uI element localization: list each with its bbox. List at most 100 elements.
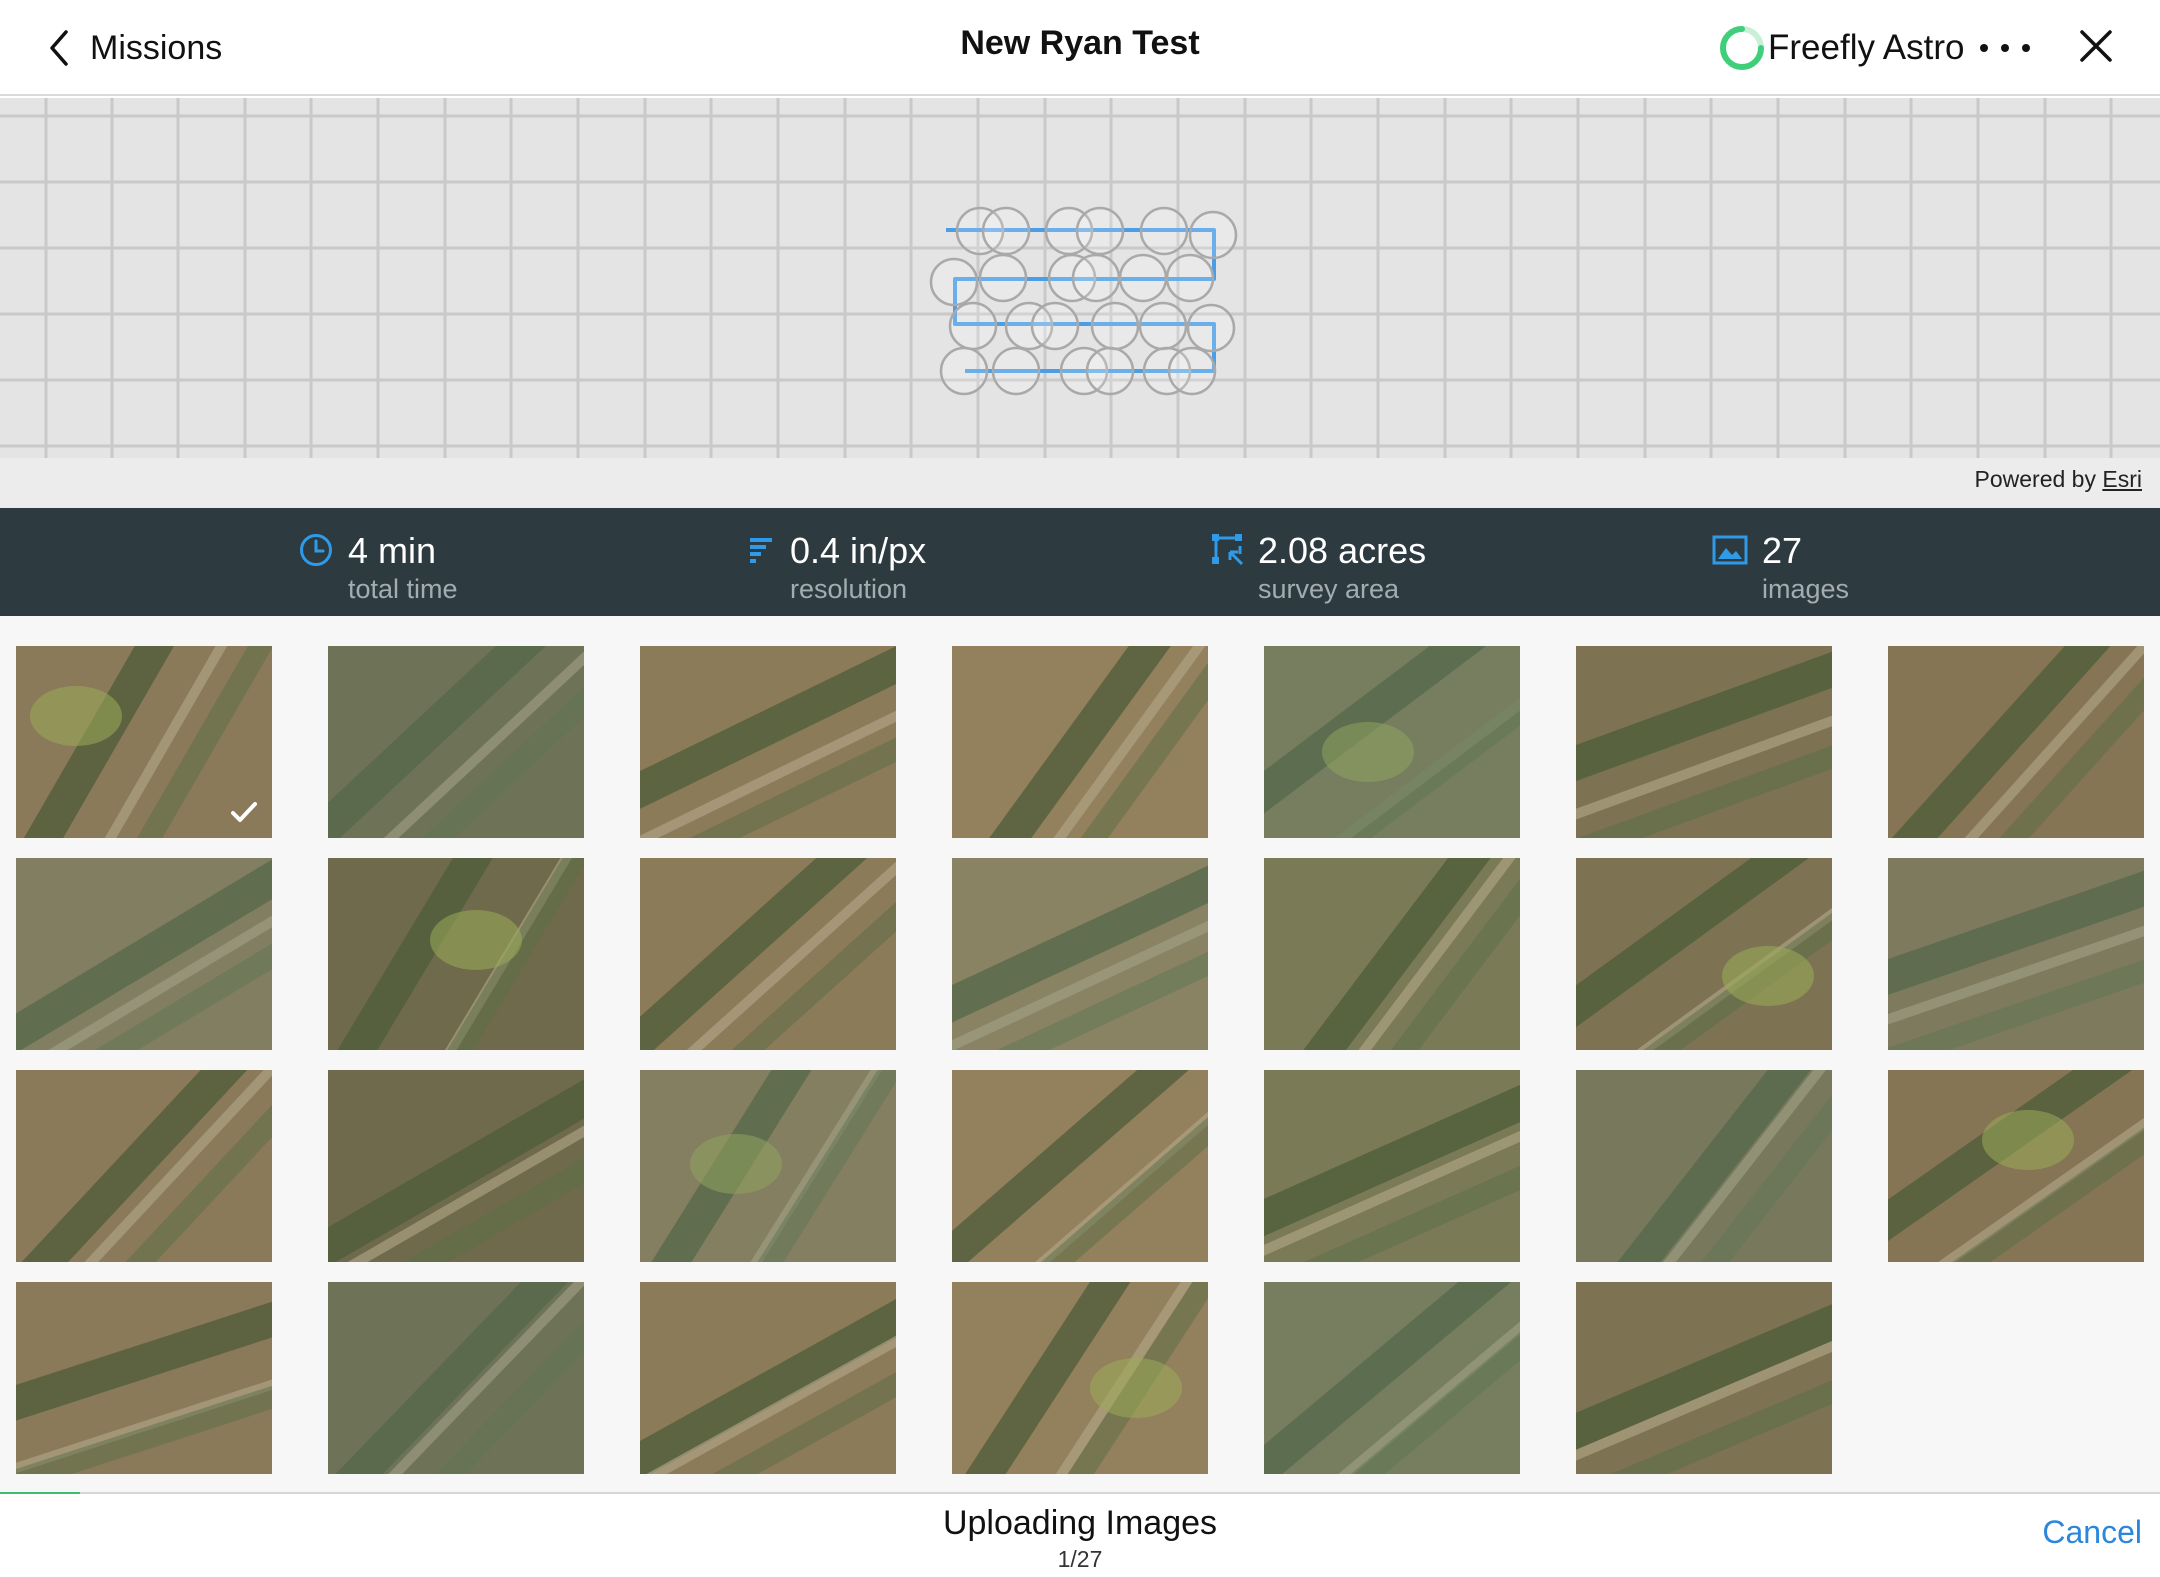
image-thumbnail[interactable] (640, 858, 896, 1050)
image-thumbnail[interactable] (1264, 1282, 1520, 1474)
capture-footprint (991, 346, 1041, 396)
resolution-icon (750, 538, 772, 563)
image-thumbnail[interactable] (640, 1282, 896, 1474)
aerial-photo (328, 858, 584, 1050)
dot-icon (1980, 44, 1988, 52)
image-icon (1712, 535, 1748, 565)
image-thumbnail[interactable] (328, 1282, 584, 1474)
stat-value: 0.4 in/px (790, 530, 927, 571)
image-thumbnail[interactable] (328, 646, 584, 838)
flight-plan-overlay (929, 206, 1238, 396)
image-thumbnail[interactable] (1888, 858, 2144, 1050)
stat-images: 27 images (1712, 522, 1912, 604)
aerial-photo (1264, 1070, 1520, 1262)
image-thumbnail[interactable] (952, 1282, 1208, 1474)
capture-footprint (1188, 210, 1238, 260)
stat-label: images (1762, 574, 1850, 604)
image-thumbnail[interactable] (952, 646, 1208, 838)
aerial-photo (640, 858, 896, 1050)
image-thumbnail[interactable] (640, 646, 896, 838)
device-name: Freefly Astro (1768, 28, 1965, 67)
aerial-photo (1264, 646, 1520, 838)
capture-footprint (1167, 346, 1217, 396)
image-thumbnail[interactable] (16, 1070, 272, 1262)
stat-label: resolution (790, 574, 908, 604)
upload-count: 1/27 (1057, 1546, 1103, 1572)
captured-images-grid (0, 616, 2160, 1494)
capture-footprint (929, 257, 979, 307)
image-thumbnail[interactable] (16, 858, 272, 1050)
capture-footprint (1090, 301, 1140, 351)
aerial-photo (1576, 1282, 1832, 1474)
stat-value: 2.08 acres (1258, 530, 1427, 571)
capture-footprint (981, 206, 1031, 256)
aerial-photo (1264, 1282, 1520, 1474)
capture-footprint (939, 346, 989, 396)
dot-icon (2022, 44, 2030, 52)
aerial-photo (328, 646, 584, 838)
more-options-button[interactable] (1980, 26, 2030, 70)
aerial-photo (952, 858, 1208, 1050)
mission-map[interactable]: Powered by Esri (0, 98, 2160, 508)
upload-title: Uploading Images (942, 1504, 1218, 1542)
capture-footprint (1165, 253, 1215, 303)
aerial-photo (952, 1070, 1208, 1262)
aerial-photo (16, 858, 272, 1050)
image-thumbnail[interactable] (1576, 646, 1832, 838)
close-icon[interactable] (2076, 26, 2116, 66)
aerial-photo (1888, 646, 2144, 838)
connection-status-icon (1720, 26, 1764, 70)
capture-footprint (1118, 253, 1168, 303)
esri-link[interactable]: Esri (2102, 466, 2142, 492)
image-thumbnail[interactable] (952, 1070, 1208, 1262)
image-thumbnail[interactable] (1264, 1070, 1520, 1262)
map-attribution: Powered by Esri (1975, 466, 2142, 493)
image-thumbnail[interactable] (1264, 646, 1520, 838)
capture-footprint (1071, 253, 1121, 303)
capture-footprint (1075, 206, 1125, 256)
aerial-photo (952, 1282, 1208, 1474)
aerial-photo (328, 1070, 584, 1262)
aerial-photo (1576, 646, 1832, 838)
image-thumbnail[interactable] (1576, 1070, 1832, 1262)
aerial-photo (328, 1282, 584, 1474)
stat-value: 27 (1762, 530, 1803, 571)
mission-stats-bar: 4 min total time 0.4 in/px resolution 2.… (0, 508, 2160, 616)
aerial-photo (1888, 1070, 2144, 1262)
aerial-photo (952, 646, 1208, 838)
image-thumbnail[interactable] (952, 858, 1208, 1050)
image-thumbnail[interactable] (1888, 1070, 2144, 1262)
image-thumbnail[interactable] (640, 1070, 896, 1262)
uploaded-checkmark-icon (231, 802, 257, 822)
image-thumbnail[interactable] (1264, 858, 1520, 1050)
stat-resolution: 0.4 in/px resolution (746, 522, 1006, 604)
cancel-upload-button[interactable]: Cancel (2042, 1514, 2142, 1551)
image-thumbnail[interactable] (1888, 646, 2144, 838)
image-thumbnail[interactable] (1576, 858, 1832, 1050)
clock-icon (300, 534, 332, 566)
aerial-photo (16, 1282, 272, 1474)
image-thumbnail[interactable] (16, 646, 272, 838)
stat-label: total time (348, 574, 458, 604)
capture-footprint (948, 301, 998, 351)
capture-footprint (1030, 301, 1080, 351)
aerial-photo (1576, 858, 1832, 1050)
capture-footprint (1186, 303, 1236, 353)
capture-footprint (1138, 301, 1188, 351)
aerial-photo (1576, 1070, 1832, 1262)
image-thumbnail[interactable] (328, 1070, 584, 1262)
stat-survey-area: 2.08 acres survey area (1210, 522, 1470, 604)
aerial-photo (16, 1070, 272, 1262)
top-bar: Missions New Ryan Test Freefly Astro (0, 0, 2160, 96)
aerial-photo (640, 646, 896, 838)
capture-footprint (1085, 346, 1135, 396)
image-thumbnail[interactable] (16, 1282, 272, 1474)
image-thumbnail[interactable] (328, 858, 584, 1050)
stat-total-time: 4 min total time (298, 522, 558, 604)
image-thumbnail[interactable] (1576, 1282, 1832, 1474)
device-selector[interactable]: Freefly Astro (1718, 22, 1964, 74)
survey-area-icon (1212, 534, 1244, 566)
stat-label: survey area (1258, 574, 1400, 604)
aerial-photo (1264, 858, 1520, 1050)
attribution-prefix: Powered by (1974, 466, 2096, 492)
